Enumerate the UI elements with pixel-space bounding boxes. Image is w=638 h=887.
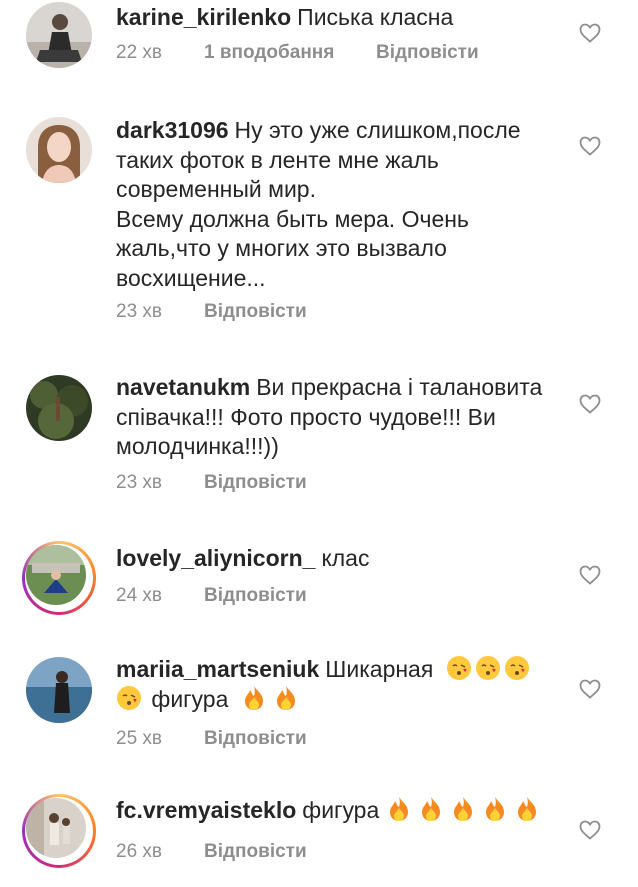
avatar[interactable] <box>26 117 92 183</box>
reply-button[interactable]: Відповісти <box>204 472 307 494</box>
comment-text: dark31096 Ну это уже слишком,после таких … <box>116 116 556 293</box>
comment-text: mariia_martseniuk Шикарная фигура <box>116 655 556 714</box>
avatar-photo-icon <box>26 2 92 68</box>
comment-time: 23 хв <box>116 472 163 493</box>
fire-emoji <box>453 797 472 821</box>
reply-button[interactable]: Відповісти <box>204 301 307 323</box>
comment-username[interactable]: mariia_martseniuk <box>116 656 319 682</box>
comment-meta: 23 хв Відповісти <box>116 472 307 494</box>
comment-time: 23 хв <box>116 301 163 322</box>
heart-outline-icon[interactable] <box>578 818 602 842</box>
face-blowing-kiss-emoji <box>446 656 471 680</box>
heart-outline-icon[interactable] <box>578 563 602 587</box>
kiss-emoji-group-2 <box>116 685 151 712</box>
fire-emoji-group <box>388 797 548 823</box>
comment-body: фигура <box>302 797 380 823</box>
avatar-photo-icon <box>26 657 92 723</box>
fire-emoji <box>389 797 408 821</box>
fire-emoji <box>485 797 504 821</box>
comment-time: 26 хв <box>116 841 163 862</box>
comment-username[interactable]: navetanukm <box>116 374 250 400</box>
reply-button[interactable]: Відповісти <box>376 42 479 64</box>
avatar <box>26 798 86 858</box>
face-blowing-kiss-emoji <box>475 656 500 680</box>
comment-time: 22 хв <box>116 42 163 63</box>
fire-emoji <box>276 685 295 710</box>
comment-username[interactable]: lovely_aliynicorn_ <box>116 545 315 571</box>
face-blowing-kiss-emoji <box>504 656 529 680</box>
avatar <box>26 545 86 605</box>
fire-emoji <box>244 685 263 710</box>
fire-emoji <box>421 797 440 821</box>
comment-body: клас <box>321 545 370 571</box>
heart-outline-icon[interactable] <box>578 677 602 701</box>
comment-body-line2: Всему должна быть мера. Очень жаль,что у… <box>116 205 469 291</box>
avatar-photo-icon <box>26 375 92 441</box>
avatar-photo-icon <box>26 545 86 605</box>
avatar-photo-icon <box>26 798 86 858</box>
comment-meta: 26 хв Відповісти <box>116 841 307 863</box>
avatar[interactable] <box>26 657 92 723</box>
comment-username[interactable]: dark31096 <box>116 117 229 143</box>
comment-text: karine_kirilenko Писька класна <box>116 3 556 33</box>
comment-meta: 22 хв 1 вподобання Відповісти <box>116 42 479 64</box>
fire-emoji-group <box>243 685 307 712</box>
heart-outline-icon[interactable] <box>578 21 602 45</box>
avatar-photo-icon <box>26 117 92 183</box>
comment-text: navetanukm Ви прекрасна і талановита спів… <box>116 373 556 462</box>
comment-body: Шикарная <box>325 656 434 682</box>
comment-username[interactable]: karine_kirilenko <box>116 4 291 30</box>
comment-text: fc.vremyaisteklo фигура <box>116 796 556 826</box>
comment-time: 24 хв <box>116 585 163 606</box>
comment-text: lovely_aliynicorn_ клас <box>116 544 556 574</box>
kiss-emoji-group <box>446 656 533 682</box>
avatar-story-ring[interactable] <box>22 794 96 868</box>
comment-meta: 24 хв Відповісти <box>116 585 307 607</box>
reply-button[interactable]: Відповісти <box>204 728 307 750</box>
comment-likes[interactable]: 1 вподобання <box>204 42 376 64</box>
heart-outline-icon[interactable] <box>578 392 602 416</box>
fire-emoji <box>517 797 536 821</box>
heart-outline-icon[interactable] <box>578 134 602 158</box>
avatar[interactable] <box>26 375 92 441</box>
face-blowing-kiss-emoji <box>117 685 141 710</box>
comment-time: 25 хв <box>116 728 163 749</box>
comment-body: Писька класна <box>297 4 454 30</box>
avatar-story-ring[interactable] <box>22 541 96 615</box>
comment-body-after-emoji: фигура <box>151 685 229 712</box>
comment-username[interactable]: fc.vremyaisteklo <box>116 797 296 823</box>
comment-meta: 25 хв Відповісти <box>116 728 307 750</box>
reply-button[interactable]: Відповісти <box>204 841 307 863</box>
comment-meta: 23 хв Відповісти <box>116 301 307 323</box>
reply-button[interactable]: Відповісти <box>204 585 307 607</box>
avatar[interactable] <box>26 2 92 68</box>
